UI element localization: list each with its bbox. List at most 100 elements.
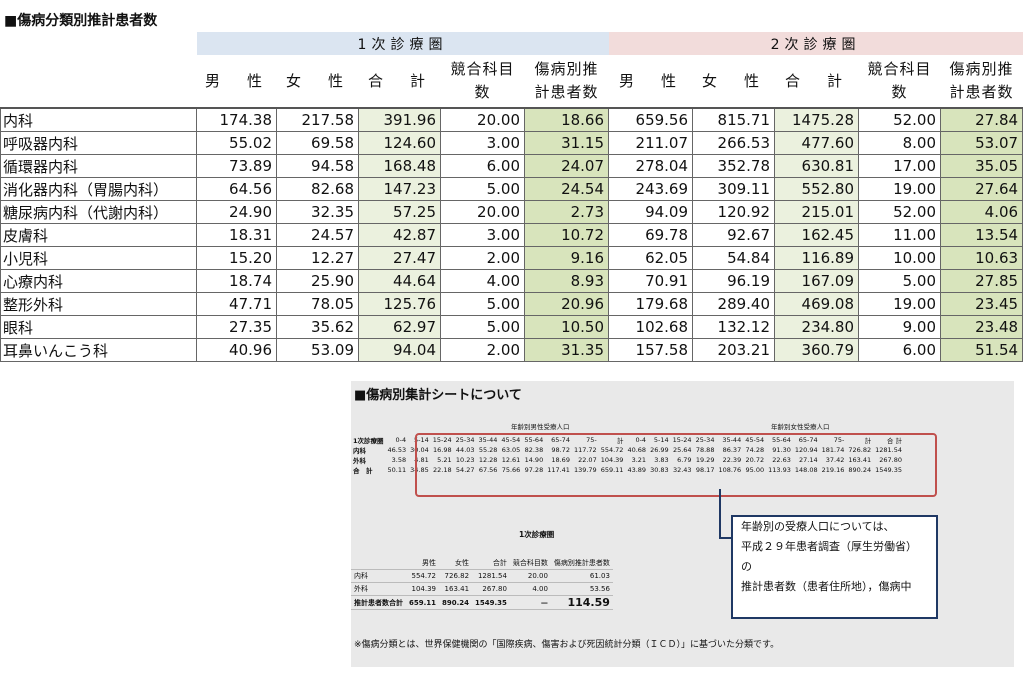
table-cell: 73.89 — [196, 154, 277, 178]
table-cell: 5.00 — [858, 269, 942, 293]
estimated-patients-header-text: 傷病別推 — [534, 60, 599, 78]
table-cell: 162.45 — [774, 223, 860, 247]
department-name: 耳鼻いんこう科 — [0, 338, 197, 362]
callout-line — [719, 537, 731, 539]
page-title: ■傷病分類別推計患者数 — [4, 13, 158, 29]
table-cell: 40.96 — [196, 338, 277, 362]
table-cell: 51.54 — [940, 338, 1024, 362]
male-header: 男 性 — [609, 55, 693, 108]
female-pop-label: 年齢別女性受療人口 — [771, 423, 830, 431]
department-name: 眼科 — [0, 315, 197, 339]
age-header: 0-4 — [395, 436, 407, 444]
table-cell: 9.00 — [858, 315, 942, 339]
mini-cell: 114.59 — [550, 595, 613, 610]
table-cell: 8.00 — [858, 131, 942, 155]
callout-line-3: の — [741, 560, 752, 573]
table-cell: 53.09 — [276, 338, 359, 362]
row-label: 合 計 — [353, 467, 373, 475]
table-cell: 35.05 — [940, 154, 1024, 178]
row-label: 外科 — [353, 457, 366, 465]
table-cell: 289.40 — [692, 292, 776, 316]
table-cell: 52.00 — [858, 107, 942, 132]
table-cell: 1475.28 — [774, 107, 860, 132]
table-cell: 18.74 — [196, 269, 277, 293]
table-cell: 3.00 — [440, 131, 525, 155]
department-name: 糖尿病内科（代謝内科） — [0, 200, 197, 224]
mini-cell: 726.82 — [439, 569, 473, 583]
table-cell: 10.00 — [858, 246, 942, 270]
table-cell: 477.60 — [774, 131, 860, 155]
table-cell: 92.67 — [692, 223, 776, 247]
table-cell: 8.93 — [523, 269, 610, 293]
table-cell: 217.58 — [276, 107, 359, 132]
secondary-area-header: 2次診療圏 — [608, 32, 1023, 55]
table-cell: 31.35 — [523, 338, 610, 362]
mini-cell: 267.80 — [472, 582, 510, 596]
mini-summary-table: 男性 女性 合計 競合科目数 傷病別推計患者数 内科 554.72 726.82 1281.54… — [351, 557, 613, 610]
table-cell: 125.76 — [358, 292, 441, 316]
mini-header: 競合科目数 — [509, 557, 551, 570]
estimated-patients-header-text: 計患者数 — [949, 83, 1014, 101]
mini-cell: 659.11 — [406, 595, 440, 610]
table-cell: 19.00 — [858, 292, 942, 316]
table-cell: 3.00 — [440, 223, 525, 247]
table-cell: 469.08 — [774, 292, 860, 316]
table-cell: 20.96 — [523, 292, 610, 316]
table-cell: 309.11 — [692, 177, 776, 201]
table-cell: 96.19 — [692, 269, 776, 293]
table-cell: 20.00 — [440, 107, 525, 132]
mini-cell: — — [509, 595, 551, 610]
total-header-text: 合 計 — [367, 71, 431, 90]
table-cell: 5.00 — [440, 292, 525, 316]
male-header: 男 性 — [197, 55, 277, 108]
mini-cell: 163.41 — [439, 582, 473, 596]
table-cell: 25.90 — [276, 269, 359, 293]
table-cell: 10.63 — [940, 246, 1024, 270]
mini-cell: 20.00 — [509, 569, 551, 583]
mini-row-label: 推計患者数合計 — [351, 595, 406, 610]
table-cell: 6.00 — [858, 338, 942, 362]
table-cell: 94.58 — [276, 154, 359, 178]
mini-cell: 61.03 — [550, 569, 613, 583]
callout-line — [719, 489, 721, 537]
table-cell: 42.87 — [358, 223, 441, 247]
inset-title: ■傷病別集計シートについて — [354, 388, 522, 403]
table-cell: 24.07 — [523, 154, 610, 178]
table-cell: 31.15 — [523, 131, 610, 155]
mini-header: 男性 — [406, 557, 440, 570]
competing-subjects-header: 競合科目数 — [859, 55, 941, 108]
table-cell: 23.45 — [940, 292, 1024, 316]
mini-cell: 1549.35 — [472, 595, 510, 610]
table-cell: 35.62 — [276, 315, 359, 339]
table-cell: 278.04 — [608, 154, 694, 178]
male-value: 3.58 — [391, 456, 407, 464]
table-cell: 18.66 — [523, 107, 610, 132]
table-row: 呼吸器内科 55.02 69.58 124.60 3.00 31.15 211.07 266.… — [0, 131, 1024, 155]
table-cell: 124.60 — [358, 131, 441, 155]
table-cell: 352.78 — [692, 154, 776, 178]
table-cell: 4.00 — [440, 269, 525, 293]
table-cell: 57.25 — [358, 200, 441, 224]
table-cell: 266.53 — [692, 131, 776, 155]
total-header-text: 合 計 — [785, 71, 849, 90]
footnote: ※傷病分類とは、世界保健機関の「国際疾病、傷害および死因統計分類（ＩＣＤ）」に基… — [354, 640, 780, 650]
table-cell: 215.01 — [774, 200, 860, 224]
department-name: 呼吸器内科 — [0, 131, 197, 155]
table-cell: 168.48 — [358, 154, 441, 178]
column-header-row: 男 性女 性合 計競合科目数傷病別推 計患者数男 性女 性合 計競合科目数傷病別推… — [1, 55, 1023, 108]
table-cell: 24.90 — [196, 200, 277, 224]
table-cell: 47.71 — [196, 292, 277, 316]
table-row: 整形外科 47.71 78.05 125.76 5.00 20.96 179.68 289.4… — [0, 292, 1024, 316]
estimated-patients-header: 傷病別推 計患者数 — [941, 55, 1023, 108]
table-cell: 157.58 — [608, 338, 694, 362]
table-cell: 116.89 — [774, 246, 860, 270]
table-cell: 179.68 — [608, 292, 694, 316]
table-cell: 13.54 — [940, 223, 1024, 247]
table-cell: 9.16 — [523, 246, 610, 270]
table-cell: 55.02 — [196, 131, 277, 155]
primary-area-header: 1次診療圏 — [196, 32, 609, 55]
table-cell: 102.68 — [608, 315, 694, 339]
table-cell: 15.20 — [196, 246, 277, 270]
table-cell: 630.81 — [774, 154, 860, 178]
estimated-patients-header-text: 計患者数 — [534, 83, 599, 101]
